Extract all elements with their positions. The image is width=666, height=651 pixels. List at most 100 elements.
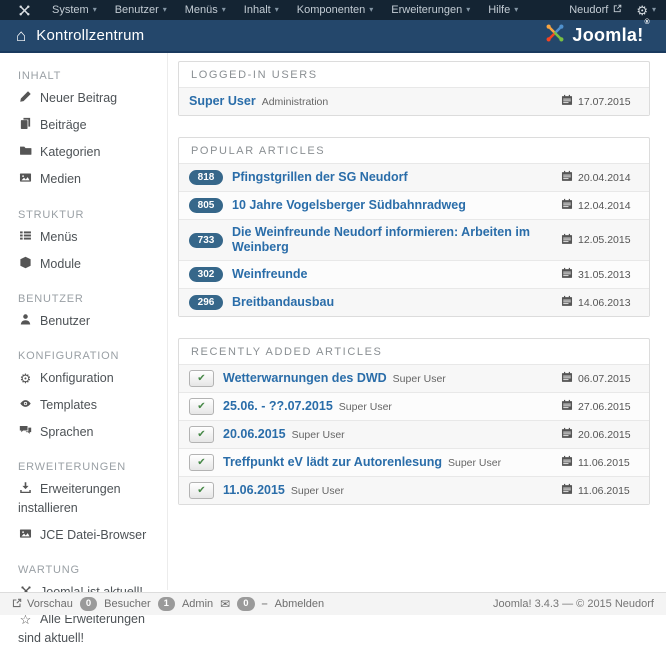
menu-komponenten[interactable]: Komponenten ▾: [288, 0, 383, 20]
row-meta-label: Super User: [290, 484, 344, 497]
publish-check-button[interactable]: ✔: [189, 398, 214, 415]
article-link[interactable]: Treffpunkt eV lädt zur Autorenlesung: [223, 455, 442, 470]
sidebar-item-label: JCE Datei-Browser: [40, 527, 147, 542]
sidebar-section-header: KONFIGURATION: [18, 349, 120, 362]
article-link[interactable]: 25.06. - ??.07.2015: [223, 399, 333, 414]
comments-icon: [18, 424, 33, 442]
logout-link[interactable]: Abmelden: [275, 598, 325, 610]
calendar-icon: [561, 295, 573, 310]
menu-label: Menüs: [184, 4, 218, 16]
user-settings-button[interactable]: ⚙ ▾: [636, 4, 656, 17]
calendar-icon: [561, 483, 573, 498]
panel-rows: 818 Pfingstgrillen der SG Neudorf 20.04.20…: [179, 163, 649, 316]
date-cell: 20.06.2015: [551, 427, 639, 442]
cube-icon: [18, 256, 33, 274]
logout-label: Abmelden: [274, 598, 325, 610]
sidebar-item-menüs[interactable]: Menüs: [18, 224, 159, 251]
article-row: ✔ Wetterwarnungen des DWD Super User 06.07.…: [179, 364, 649, 392]
date-cell: 20.04.2014: [551, 170, 639, 185]
date-cell: 12.05.2015: [551, 233, 639, 248]
sidebar-item-label: Alle Erweiterungen sind aktuell!: [18, 611, 145, 645]
article-row: 805 10 Jahre Vogelsberger Südbahnradweg 12…: [179, 191, 649, 219]
article-link[interactable]: Die Weinfreunde Neudorf informieren: Arb…: [232, 225, 545, 255]
panel-logged-in-users: LOGGED-IN USERS Super User Administration 1…: [178, 61, 650, 116]
article-link[interactable]: 20.06.2015: [223, 427, 286, 442]
sidebar-item-neuer-beitrag[interactable]: Neuer Beitrag: [18, 85, 159, 112]
date-cell: 11.06.2015: [551, 483, 639, 498]
sidebar-item-benutzer[interactable]: Benutzer: [18, 308, 159, 335]
image-icon: [18, 171, 33, 189]
admin-count-badge: 1: [157, 596, 175, 612]
date-label: 20.04.2014: [578, 171, 631, 184]
article-row: 733 Die Weinfreunde Neudorf informieren: …: [179, 219, 649, 260]
panel-title: RECENTLY ADDED ARTICLES: [191, 346, 383, 358]
visitors-label: Besucher: [104, 598, 151, 610]
sidebar-item-kategorien[interactable]: Kategorien: [18, 139, 159, 166]
list-icon: [18, 229, 33, 247]
date-cell: 27.06.2015: [551, 399, 639, 414]
date-cell: 17.07.2015: [551, 94, 639, 109]
hits-badge: 302: [189, 267, 223, 282]
menu-benutzer[interactable]: Benutzer ▾: [106, 0, 176, 20]
home-icon: ⌂: [16, 26, 27, 45]
sidebar-item-label: Benutzer: [40, 313, 91, 328]
date-cell: 31.05.2013: [551, 267, 639, 282]
sidebar-item-konfiguration[interactable]: ⚙ Konfiguration: [18, 365, 159, 392]
article-link[interactable]: Pfingstgrillen der SG Neudorf: [232, 170, 408, 185]
admin-menubar: System ▾ Benutzer ▾ Menüs ▾ Inhalt ▾ Komponenten…: [0, 0, 666, 20]
menu-men-s[interactable]: Menüs ▾: [176, 0, 235, 20]
date-cell: 12.04.2014: [551, 198, 639, 213]
chevron-down-icon: ▾: [514, 5, 519, 14]
status-bar: Vorschau 0 Besucher 1 Admin ✉ 0 – Abmeld…: [0, 592, 666, 615]
menu-hilfe[interactable]: Hilfe ▾: [479, 0, 527, 20]
sidebar-item-label: Kategorien: [40, 145, 101, 160]
calendar-icon: [561, 267, 573, 282]
date-label: 14.06.2013: [578, 296, 631, 309]
sidebar-item-beiträge[interactable]: Beiträge: [18, 112, 159, 139]
sidebar-item-jce-datei-browser[interactable]: JCE Datei-Browser: [18, 522, 159, 549]
publish-check-button[interactable]: ✔: [189, 426, 214, 443]
user-link[interactable]: Super User: [189, 94, 256, 109]
main-menu: System ▾ Benutzer ▾ Menüs ▾ Inhalt ▾ Komponenten…: [43, 0, 527, 20]
joomla-logo-icon: [544, 22, 566, 49]
separator-dash: –: [261, 598, 268, 610]
menu-system[interactable]: System ▾: [43, 0, 106, 20]
chevron-down-icon: ▾: [221, 5, 226, 14]
publish-check-button[interactable]: ✔: [189, 482, 214, 499]
article-link[interactable]: Breitbandausbau: [232, 295, 334, 310]
brand-label: Joomla!: [572, 25, 644, 45]
main-layout: INHALT Neuer Beitrag Beiträge Kategorien Med…: [0, 53, 666, 645]
gear-icon: ⚙: [19, 370, 32, 386]
hits-badge: 805: [189, 198, 223, 213]
article-link[interactable]: Weinfreunde: [232, 267, 307, 282]
publish-check-button[interactable]: ✔: [189, 370, 214, 387]
chevron-down-icon: ▾: [162, 5, 167, 14]
view-site-link[interactable]: Neudorf: [569, 4, 622, 16]
publish-check-button[interactable]: ✔: [189, 454, 214, 471]
sidebar-item-erweiterungen-installieren[interactable]: Erweiterungen installieren: [18, 476, 159, 521]
joomla-icon: [18, 4, 31, 17]
panel-rows: Super User Administration 17.07.2015: [179, 87, 649, 115]
sidebar-item-sprachen[interactable]: Sprachen: [18, 419, 159, 446]
menu-label: Komponenten: [296, 4, 366, 16]
user-icon: [18, 313, 33, 331]
messages-link[interactable]: ✉: [220, 598, 230, 610]
messages-count-badge: 0: [237, 596, 255, 612]
article-link[interactable]: Wetterwarnungen des DWD: [223, 371, 387, 386]
preview-link[interactable]: Vorschau: [12, 598, 73, 611]
date-label: 27.06.2015: [578, 400, 631, 413]
sidebar-item-module[interactable]: Module: [18, 251, 159, 278]
copy-icon: [18, 117, 33, 135]
calendar-icon: [561, 427, 573, 442]
row-meta-label: Super User: [338, 400, 392, 413]
sidebar-section-header: ERWEITERUNGEN: [18, 461, 126, 474]
panel-recently-added-articles: RECENTLY ADDED ARTICLES ✔ Wetterwarnungen …: [178, 338, 650, 505]
article-link[interactable]: 11.06.2015: [223, 483, 285, 498]
preview-label: Vorschau: [27, 598, 73, 610]
sidebar-item-medien[interactable]: Medien: [18, 166, 159, 193]
menu-inhalt[interactable]: Inhalt ▾: [235, 0, 288, 20]
menu-erweiterungen[interactable]: Erweiterungen ▾: [382, 0, 479, 20]
external-link-icon: [613, 4, 622, 16]
sidebar-item-templates[interactable]: Templates: [18, 392, 159, 419]
article-link[interactable]: 10 Jahre Vogelsberger Südbahnradweg: [232, 198, 466, 213]
